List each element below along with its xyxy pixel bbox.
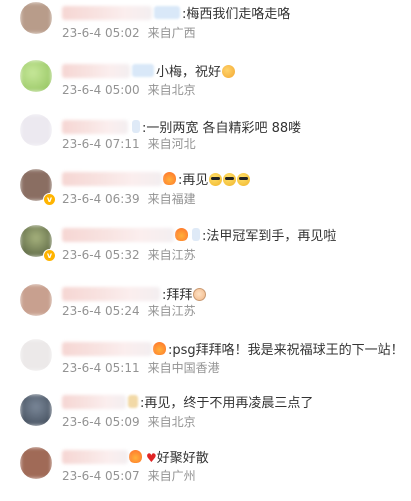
avatar[interactable] — [20, 2, 52, 34]
username-blurred[interactable] — [62, 119, 128, 134]
comment-text: :再见 — [178, 169, 251, 188]
red-heart-emoji: ♥ — [146, 450, 157, 465]
comment-text: :梅西我们走咯走咯 — [182, 6, 291, 22]
avatar[interactable] — [20, 60, 52, 92]
comment-item: v :法甲冠军到手，再见啦 23-6-4 05:32 来自江苏 — [0, 222, 411, 278]
user-badge — [128, 394, 138, 408]
comment-location: 来自北京 — [147, 83, 196, 97]
comment-location: 来自北京 — [147, 415, 196, 429]
comment-meta: 23-6-4 05:24 来自江苏 — [62, 302, 196, 319]
fire-emoji — [163, 171, 176, 185]
comment-text: :psg拜拜咯！我是来祝福球王的下一站！ — [168, 342, 404, 358]
comment-meta: 23-6-4 05:32 来自江苏 — [62, 246, 196, 263]
comment-location: 来自河北 — [147, 137, 196, 151]
username-blurred[interactable] — [62, 394, 126, 409]
username-blurred[interactable] — [62, 171, 162, 186]
user-badge — [132, 119, 140, 133]
comment-date: 23-6-4 05:02 — [62, 26, 140, 40]
comment-date: 23-6-4 05:00 — [62, 83, 140, 97]
verified-badge-icon: v — [43, 249, 56, 262]
comment-item: v :再见 23-6-4 06:39 来自福建 — [0, 166, 411, 222]
fire-emoji — [153, 341, 166, 355]
comment-location: 来自江苏 — [147, 248, 196, 262]
username-blurred[interactable] — [62, 5, 152, 20]
comment-meta: 23-6-4 05:02 来自广西 — [62, 24, 196, 41]
user-badge — [154, 5, 180, 19]
verified-badge-icon: v — [43, 193, 56, 206]
comment-date: 23-6-4 05:09 — [62, 415, 140, 429]
comment-meta: 23-6-4 06:39 来自福建 — [62, 190, 196, 207]
avatar[interactable] — [20, 284, 52, 316]
comment-item: :拜拜 23-6-4 05:24 来自江苏 — [0, 278, 411, 334]
fire-emoji — [129, 449, 142, 463]
comment-item: :梅西我们走咯走咯 23-6-4 05:02 来自广西 — [0, 0, 411, 56]
avatar[interactable] — [20, 447, 52, 479]
username-blurred[interactable] — [62, 341, 152, 356]
comment-text: ♥好聚好散 — [146, 450, 209, 466]
comment-item: ♥好聚好散 23-6-4 05:07 来自广州 — [0, 445, 411, 501]
comment-meta: 23-6-4 05:00 来自北京 — [62, 81, 196, 98]
comment-date: 23-6-4 05:11 — [62, 361, 140, 375]
comment-date: 23-6-4 06:39 — [62, 192, 140, 206]
comment-item: :psg拜拜咯！我是来祝福球王的下一站！ 23-6-4 05:11 来自中国香港 — [0, 334, 411, 390]
comment-date: 23-6-4 07:11 — [62, 137, 140, 151]
waving-hand-emoji — [193, 287, 207, 301]
comment-location: 来自中国香港 — [147, 361, 220, 375]
comment-item: :再见，终于不用再凌晨三点了 23-6-4 05:09 来自北京 — [0, 389, 411, 445]
comment-location: 来自江苏 — [147, 304, 196, 318]
sunglasses-emoji — [237, 172, 251, 186]
username-blurred[interactable] — [62, 286, 160, 301]
user-badge — [132, 63, 154, 77]
username-blurred[interactable] — [62, 227, 174, 242]
avatar[interactable] — [20, 114, 52, 146]
clapping-hands-emoji — [222, 64, 236, 78]
comment-item: 小梅，祝好 23-6-4 05:00 来自北京 — [0, 56, 411, 112]
comment-date: 23-6-4 05:07 — [62, 469, 140, 483]
comment-meta: 23-6-4 05:09 来自北京 — [62, 413, 196, 430]
comment-location: 来自广州 — [147, 469, 196, 483]
avatar[interactable] — [20, 339, 52, 371]
avatar[interactable] — [20, 394, 52, 426]
comment-text: :再见，终于不用再凌晨三点了 — [140, 395, 314, 411]
comment-meta: 23-6-4 07:11 来自河北 — [62, 135, 196, 152]
user-badge — [192, 227, 200, 241]
username-blurred[interactable] — [62, 449, 128, 464]
comment-meta: 23-6-4 05:07 来自广州 — [62, 467, 196, 484]
comment-text: :法甲冠军到手，再见啦 — [202, 228, 337, 244]
sunglasses-emoji — [223, 172, 237, 186]
comment-text: :一别两宽 各自精彩吧 88喽 — [142, 120, 302, 136]
comment-text: 小梅，祝好 — [156, 61, 236, 80]
fire-emoji — [175, 227, 188, 241]
sunglasses-emoji — [209, 172, 223, 186]
comment-location: 来自福建 — [147, 192, 196, 206]
comment-location: 来自广西 — [147, 26, 196, 40]
comment-item: :一别两宽 各自精彩吧 88喽 23-6-4 07:11 来自河北 — [0, 111, 411, 167]
comment-date: 23-6-4 05:24 — [62, 304, 140, 318]
username-blurred[interactable] — [62, 63, 130, 78]
comment-date: 23-6-4 05:32 — [62, 248, 140, 262]
comment-meta: 23-6-4 05:11 来自中国香港 — [62, 359, 220, 376]
comment-text: :拜拜 — [162, 284, 207, 303]
